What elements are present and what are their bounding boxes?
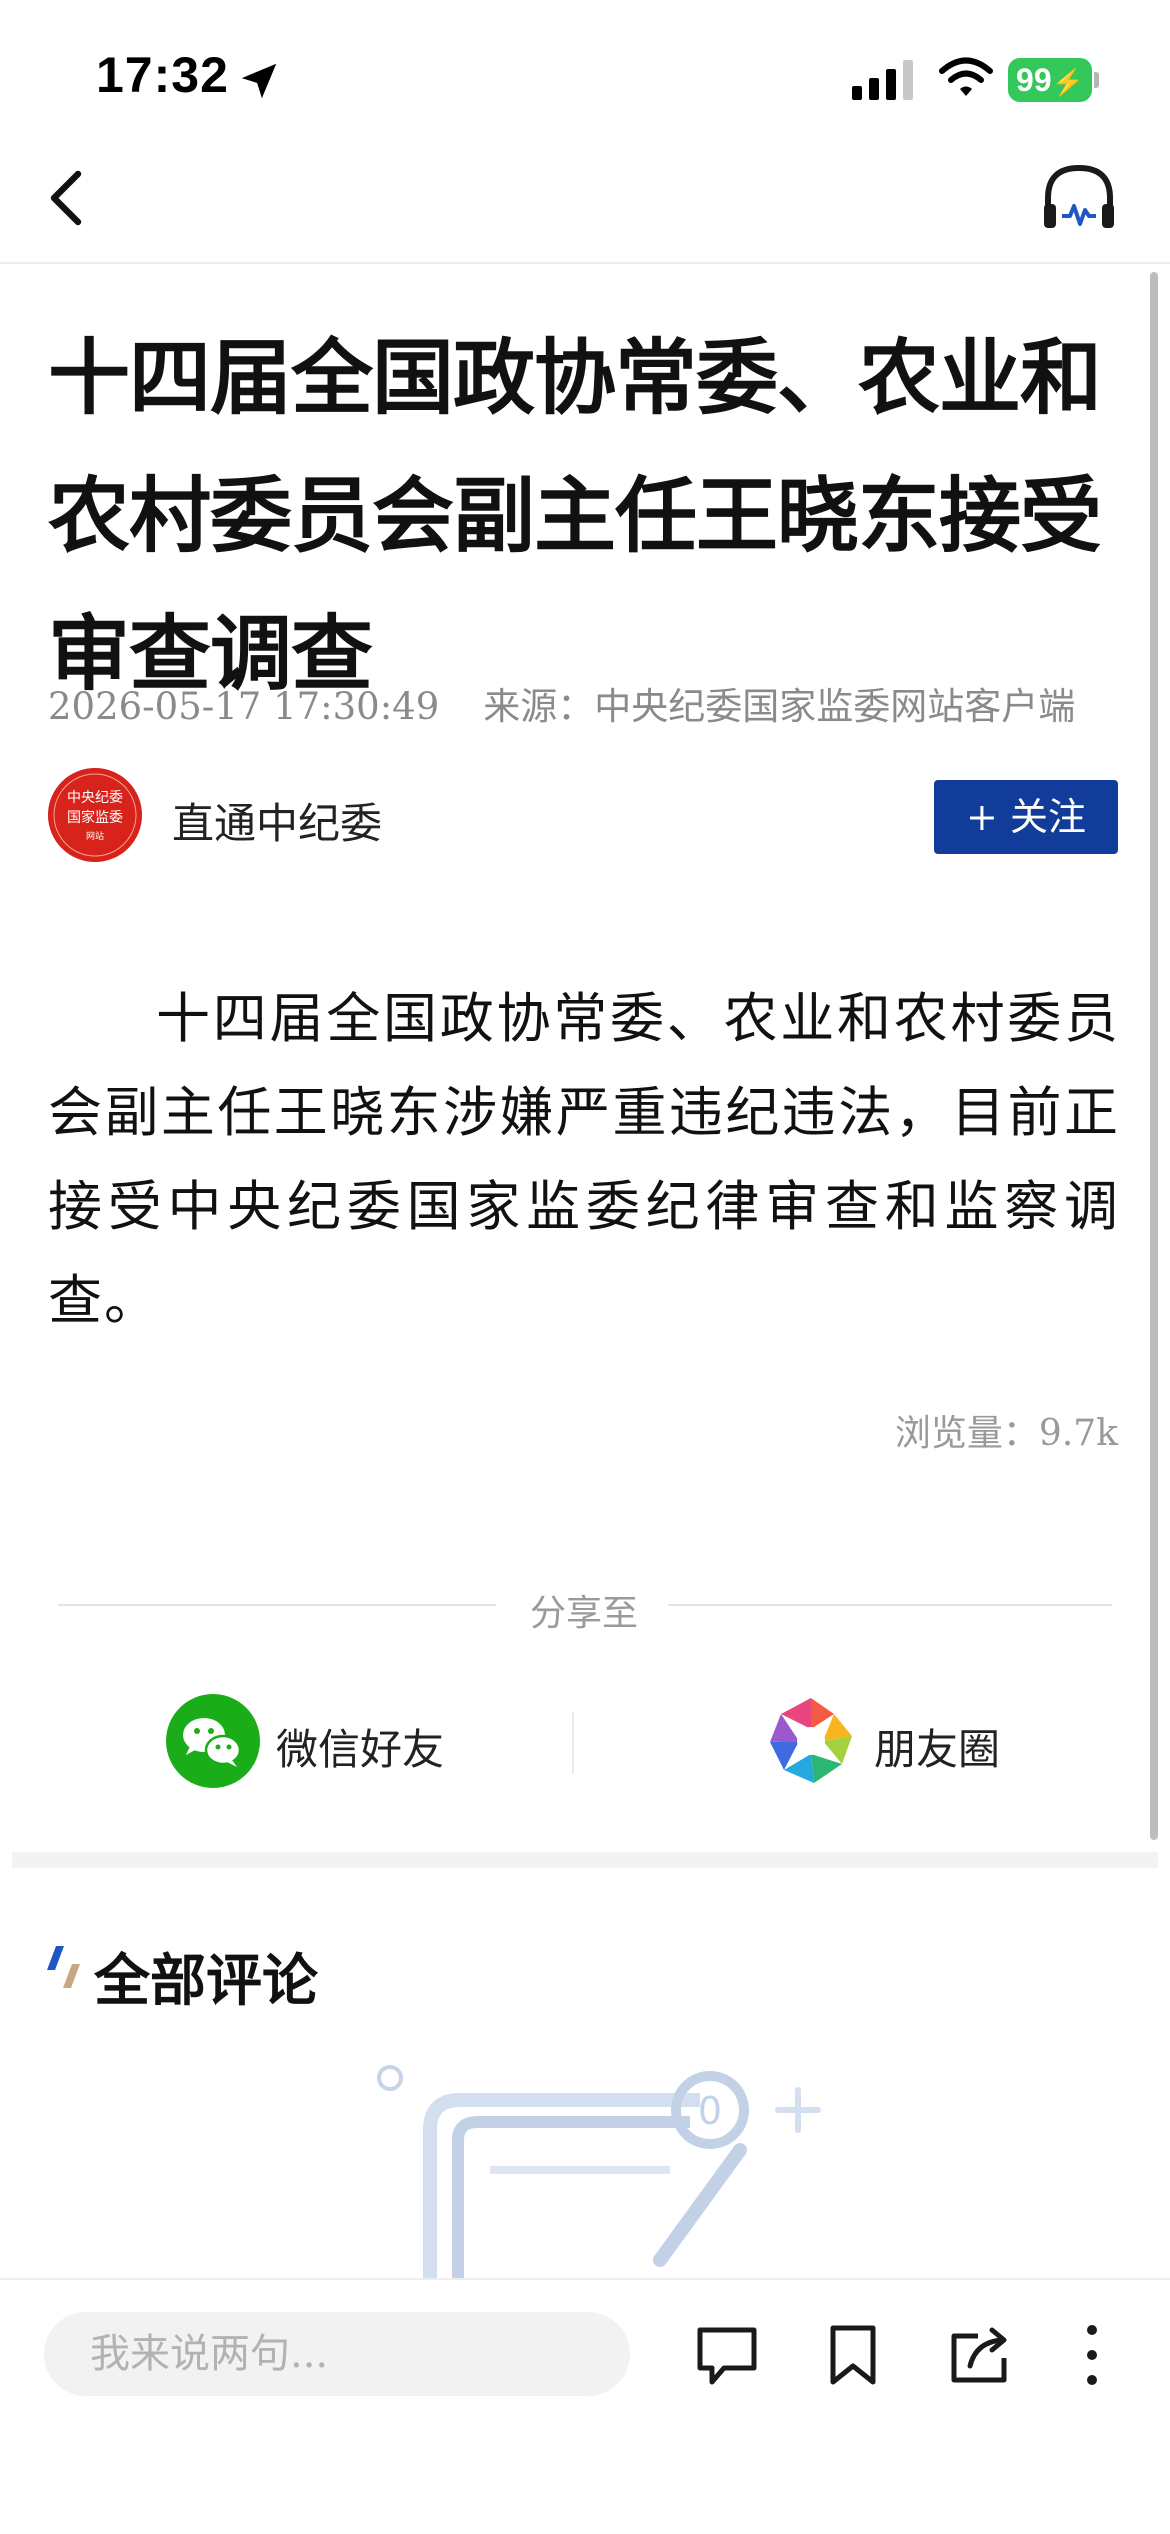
more-icon[interactable] bbox=[1062, 2320, 1122, 2390]
moments-icon bbox=[765, 1695, 857, 1787]
section-separator bbox=[12, 1852, 1158, 1868]
share-wechat-label: 微信好友 bbox=[276, 1725, 445, 1774]
share-wechat-button[interactable]: 微信好友 bbox=[166, 1694, 466, 1794]
follow-button[interactable]: + 关注 bbox=[934, 780, 1118, 854]
location-arrow-icon bbox=[241, 63, 277, 99]
avatar-line-2: 国家监委 bbox=[67, 809, 123, 826]
chevron-left-icon[interactable] bbox=[38, 166, 98, 230]
author-name[interactable]: 直通中纪委 bbox=[172, 790, 382, 851]
scrollbar[interactable] bbox=[1150, 272, 1158, 1840]
comment-icon[interactable] bbox=[692, 2320, 762, 2390]
share-divider-right bbox=[668, 1604, 1112, 1606]
share-moments-button[interactable]: 朋友圈 bbox=[764, 1694, 1064, 1794]
publish-date: 2026-05-17 17:30:49 bbox=[48, 685, 440, 728]
author-avatar[interactable]: 中央纪委 国家监委 网站 bbox=[48, 768, 142, 862]
avatar-line-3: 网站 bbox=[86, 830, 104, 842]
article-body: 十四届全国政协常委、农业和农村委员会副主任王晓东涉嫌严重违纪违法，目前正接受中央… bbox=[48, 987, 1120, 1332]
article-source: 来源：中央纪委国家监委网站客户端 bbox=[483, 685, 1076, 728]
status-time: 17:32 bbox=[96, 47, 229, 103]
signal-icon bbox=[852, 60, 913, 100]
battery-icon: 99⚡ bbox=[1008, 58, 1092, 102]
headphones-icon[interactable] bbox=[1040, 158, 1118, 236]
article-meta: 2026-05-17 17:30:49 来源：中央纪委国家监委网站客户端 bbox=[48, 676, 1075, 730]
share-label: 分享至 bbox=[529, 1593, 638, 1634]
share-icon[interactable] bbox=[944, 2320, 1014, 2390]
bookmark-icon[interactable] bbox=[818, 2320, 888, 2390]
avatar-line-1: 中央纪委 bbox=[67, 790, 123, 806]
comments-title: 全部评论 bbox=[94, 1949, 318, 2014]
view-count: 浏览量：9.7k bbox=[894, 1413, 1118, 1454]
empty-comments-illustration: 0 bbox=[377, 2065, 821, 2290]
comment-input[interactable] bbox=[44, 2312, 630, 2396]
charging-bolt-icon: ⚡ bbox=[1051, 67, 1084, 97]
share-options-divider bbox=[572, 1712, 574, 1774]
wechat-icon bbox=[166, 1694, 260, 1788]
section-marker-icon bbox=[47, 1946, 80, 1988]
article-title: 十四届全国政协常委、农业和农村委员会副主任王晓东接受审查调查 bbox=[48, 331, 1102, 702]
illustration-zero: 0 bbox=[698, 2089, 722, 2133]
battery-tip bbox=[1094, 72, 1099, 88]
share-moments-label: 朋友圈 bbox=[874, 1725, 1001, 1774]
share-divider-left bbox=[58, 1604, 496, 1606]
nav-divider bbox=[0, 262, 1170, 264]
author-logo: 中央纪委 国家监委 网站 bbox=[48, 768, 142, 862]
battery-level: 99 bbox=[1016, 62, 1052, 98]
wifi-icon bbox=[939, 57, 993, 96]
